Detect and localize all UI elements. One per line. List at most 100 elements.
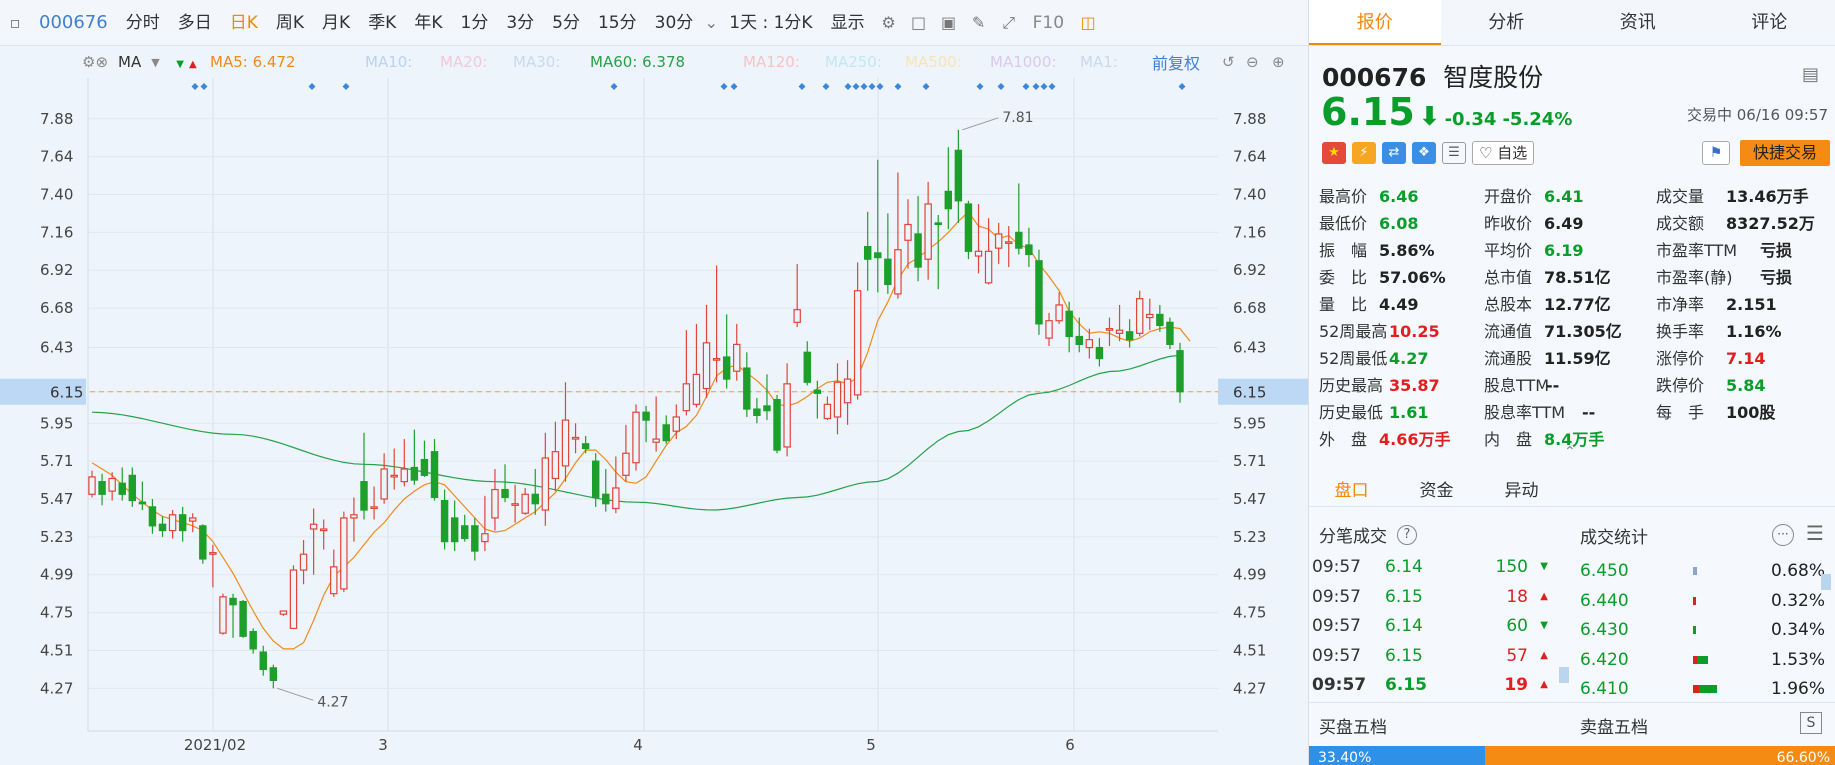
more-icon[interactable]: ···	[1772, 524, 1794, 546]
candle-body[interactable]	[370, 506, 378, 509]
tab-year-k[interactable]: 年K	[405, 0, 451, 46]
tab-fenshi[interactable]: 分时	[117, 0, 169, 46]
candle-body[interactable]	[450, 517, 459, 543]
candle-body[interactable]	[249, 630, 257, 650]
pen-icon[interactable]: ✎	[964, 13, 994, 32]
tab-month-k[interactable]: 月K	[313, 0, 359, 46]
candle-body[interactable]	[269, 667, 278, 682]
candle-body[interactable]	[219, 596, 227, 634]
candle-body[interactable]	[793, 309, 801, 323]
panel-toggle-icon[interactable]: ▫	[0, 13, 30, 32]
candle-body[interactable]	[471, 525, 479, 552]
shuffle-icon[interactable]: ⇄	[1382, 142, 1406, 164]
candle-body[interactable]	[964, 203, 973, 252]
candle-body[interactable]	[189, 517, 197, 522]
watch-button[interactable]: ♡ 自选	[1472, 141, 1535, 165]
tag-icon[interactable]: ❖	[1412, 142, 1436, 164]
candle-body[interactable]	[823, 403, 832, 420]
ma-legend-item[interactable]: MA1000:	[990, 53, 1056, 71]
tab-pankou[interactable]: 盘口	[1309, 475, 1394, 506]
candle-body[interactable]	[1035, 260, 1043, 325]
candle-body[interactable]	[440, 499, 449, 543]
candle-body[interactable]	[622, 452, 630, 476]
candle-body[interactable]	[330, 566, 338, 595]
candle-body[interactable]	[390, 474, 398, 478]
chevron-down-icon[interactable]: ⌄	[702, 13, 720, 32]
candle-body[interactable]	[733, 343, 741, 372]
fullscreen-icon[interactable]: ⤢	[994, 13, 1024, 33]
tab-day-k[interactable]: 日K	[221, 0, 267, 46]
tab-15min[interactable]: 15分	[589, 0, 646, 46]
candle-body[interactable]	[853, 290, 862, 396]
candle-body[interactable]	[1015, 231, 1023, 249]
candle-body[interactable]	[1025, 244, 1033, 256]
candle-body[interactable]	[581, 443, 590, 450]
caret-down-icon[interactable]: ▼	[151, 56, 171, 69]
candle-body[interactable]	[541, 457, 550, 511]
candle-body[interactable]	[1156, 313, 1164, 327]
candle-body[interactable]	[420, 458, 429, 476]
candle-body[interactable]	[763, 405, 771, 412]
candle-body[interactable]	[974, 250, 983, 257]
candle-body[interactable]	[561, 419, 570, 467]
tab-funds[interactable]: 资金	[1394, 475, 1479, 506]
candle-body[interactable]	[833, 381, 842, 418]
candle-body[interactable]	[158, 523, 167, 532]
candle-body[interactable]	[813, 389, 822, 394]
candle-body[interactable]	[1135, 298, 1144, 334]
candle-body[interactable]	[1176, 350, 1184, 393]
candle-body[interactable]	[108, 477, 116, 492]
tab-duori[interactable]: 多日	[169, 0, 221, 46]
candle-body[interactable]	[904, 223, 912, 241]
tab-analysis[interactable]: 分析	[1441, 0, 1573, 45]
candle-body[interactable]	[178, 514, 187, 532]
help-icon[interactable]: ?	[1397, 524, 1417, 545]
tab-30min[interactable]: 30分	[646, 0, 703, 46]
candle-body[interactable]	[672, 416, 681, 432]
candle-body[interactable]	[259, 651, 267, 671]
candle-body[interactable]	[461, 525, 469, 540]
candle-body[interactable]	[602, 493, 610, 505]
list-icon[interactable]: ☰	[1806, 521, 1824, 545]
display-select[interactable]: 显示	[822, 0, 874, 46]
gear-icon[interactable]: ⚙	[874, 13, 904, 32]
candle-body[interactable]	[279, 610, 288, 615]
ma-legend-item[interactable]: MA30:	[513, 53, 560, 71]
candle-body[interactable]	[702, 342, 711, 390]
candle-body[interactable]	[98, 481, 106, 495]
candle-body[interactable]	[662, 424, 670, 442]
s-icon[interactable]: S	[1800, 712, 1822, 734]
collapse-icon[interactable]: ⌃	[1564, 444, 1576, 460]
candle-body[interactable]	[521, 493, 529, 514]
candle-body[interactable]	[511, 503, 519, 506]
candle-body[interactable]	[642, 411, 650, 421]
ma-legend-item[interactable]: MA250:	[825, 53, 882, 71]
candle-body[interactable]	[1115, 329, 1124, 334]
ma-legend-item[interactable]: MA500:	[905, 53, 962, 71]
candle-body[interactable]	[209, 552, 217, 555]
candle-body[interactable]	[1146, 313, 1154, 319]
candle-body[interactable]	[531, 493, 539, 505]
candle-body[interactable]	[682, 383, 691, 412]
note-icon[interactable]: ☰	[1442, 142, 1466, 164]
candle-body[interactable]	[1005, 241, 1013, 244]
candle-body[interactable]	[138, 501, 147, 505]
ma-legend-item[interactable]: MA20:	[440, 53, 487, 71]
candle-body[interactable]	[914, 233, 922, 268]
candle-body[interactable]	[360, 481, 368, 511]
candle-body[interactable]	[400, 468, 409, 483]
candle-body[interactable]	[884, 258, 892, 286]
camera-icon[interactable]: ▣	[934, 13, 964, 32]
candle-body[interactable]	[874, 252, 882, 259]
candle-body[interactable]	[1105, 328, 1114, 331]
layout-icon[interactable]: ▤	[1802, 64, 1819, 85]
bell-icon[interactable]: ⚑	[1702, 141, 1730, 165]
range-select[interactable]: 1天 : 1分K	[720, 0, 821, 46]
candle-body[interactable]	[783, 383, 791, 448]
candle-body[interactable]	[632, 411, 640, 464]
candle-body[interactable]	[612, 487, 620, 510]
tab-comments[interactable]: 评论	[1704, 0, 1835, 45]
candle-body[interactable]	[924, 203, 932, 260]
tab-1min[interactable]: 1分	[452, 0, 498, 46]
ma-legend-item[interactable]: MA10:	[365, 53, 412, 71]
